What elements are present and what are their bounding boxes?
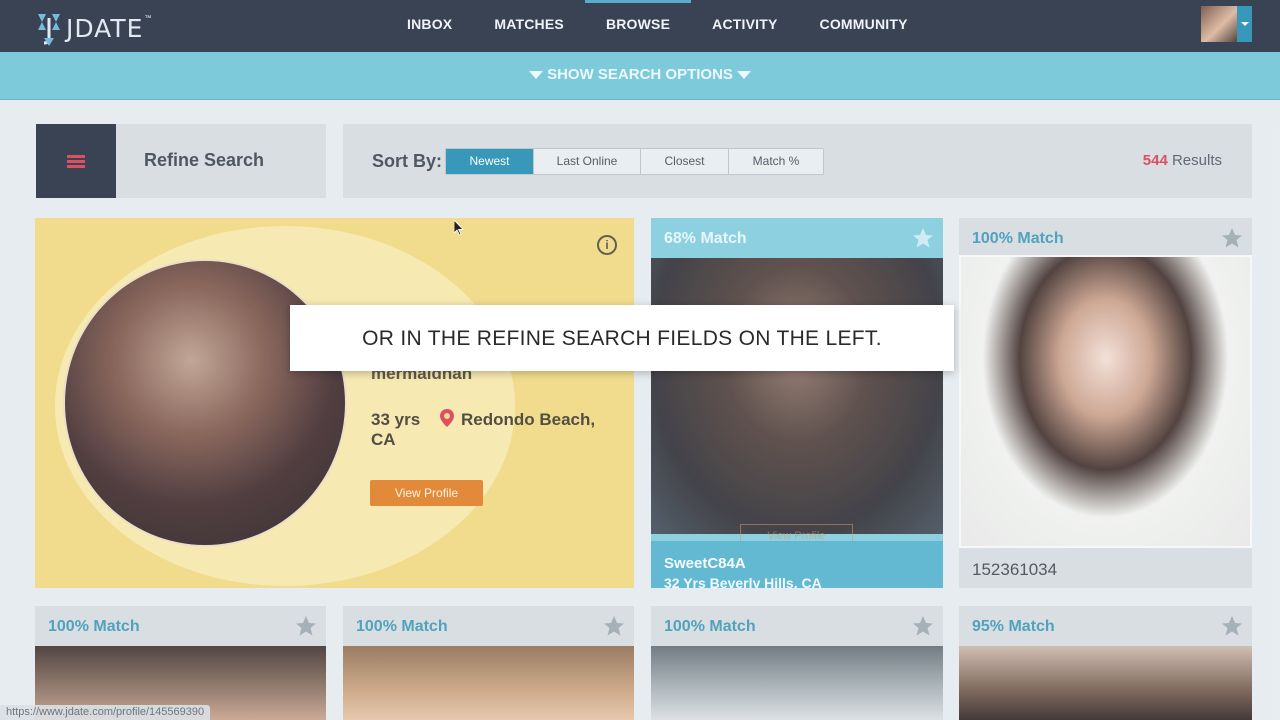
view-profile-button[interactable]: View Profile (370, 480, 483, 506)
refine-search-label[interactable]: Refine Search (144, 150, 264, 171)
results-label: Results (1171, 152, 1222, 169)
profile-photo[interactable] (959, 255, 1252, 548)
card-header: 100% Match (651, 606, 943, 646)
sort-tabs: Newest Last Online Closest Match % (445, 148, 824, 175)
star-icon[interactable] (602, 614, 626, 638)
sort-last-online[interactable]: Last Online (534, 149, 641, 174)
map-pin-icon (440, 409, 454, 427)
card-header: 68% Match (651, 218, 943, 258)
results-number: 544 (1142, 152, 1168, 169)
refine-search-panel[interactable]: Refine Search (36, 124, 326, 198)
results-count: 544 Results (1143, 152, 1222, 169)
profile-id[interactable]: 152361034 (972, 560, 1057, 580)
profile-photo[interactable] (651, 646, 943, 720)
match-percent: 95% Match (972, 618, 1055, 635)
featured-location: Redondo Beach, (461, 410, 596, 429)
account-menu-caret-icon[interactable] (1237, 6, 1252, 42)
card-header: 100% Match (343, 606, 634, 646)
profile-card[interactable]: 68% Match View Profile SweetC84A 32 Yrs … (651, 218, 943, 588)
sort-by-label: Sort By: (372, 151, 443, 171)
profile-username[interactable]: SweetC84A (664, 555, 746, 572)
featured-location-state: CA (371, 430, 396, 449)
featured-profile-photo[interactable] (63, 259, 347, 547)
jdate-logo[interactable]: JDATE ™ (34, 8, 151, 48)
tutorial-caption-text: OR IN THE REFINE SEARCH FIELDS ON THE LE… (362, 327, 882, 350)
match-percent: 100% Match (972, 230, 1064, 247)
main-nav: INBOX MATCHES BROWSE ACTIVITY COMMUNITY (386, 0, 929, 52)
card-header: 100% Match (959, 218, 1252, 258)
star-icon[interactable] (1220, 614, 1244, 638)
card-header: 100% Match (35, 606, 326, 646)
hamburger-icon (67, 155, 85, 169)
logo-text: JDATE (66, 13, 144, 43)
nav-inbox[interactable]: INBOX (386, 0, 473, 52)
profile-card[interactable]: 95% Match (959, 606, 1252, 720)
card-footer: SweetC84A 32 Yrs Beverly Hills, CA (651, 541, 943, 588)
nav-matches[interactable]: MATCHES (473, 0, 585, 52)
refine-menu-button[interactable] (36, 124, 116, 198)
caret-down-icon (529, 71, 544, 80)
info-icon[interactable]: i (597, 235, 617, 255)
match-percent: 100% Match (48, 618, 140, 635)
featured-profile-card[interactable]: i mermaidnah 33 yrs Redondo Beach, CA Vi… (35, 218, 634, 588)
match-percent: 100% Match (664, 618, 756, 635)
tutorial-caption: OR IN THE REFINE SEARCH FIELDS ON THE LE… (290, 305, 954, 371)
mouse-cursor-icon (454, 220, 464, 236)
star-icon[interactable] (911, 226, 935, 250)
sort-bar: Sort By: Newest Last Online Closest Matc… (343, 124, 1252, 198)
star-icon[interactable] (294, 614, 318, 638)
sort-newest[interactable]: Newest (446, 149, 534, 174)
sort-closest[interactable]: Closest (641, 149, 729, 174)
card-header: 95% Match (959, 606, 1252, 646)
profile-card[interactable]: 100% Match (651, 606, 943, 720)
profile-photo[interactable] (959, 646, 1252, 720)
show-search-options-label[interactable]: SHOW SEARCH OPTIONS (0, 66, 1280, 83)
show-search-options-bar[interactable]: SHOW SEARCH OPTIONS (0, 52, 1280, 100)
search-options-text: SHOW SEARCH OPTIONS (547, 66, 733, 83)
match-percent: 68% Match (664, 230, 747, 247)
star-icon[interactable] (911, 614, 935, 638)
profile-photo[interactable] (651, 258, 943, 534)
sort-match-percent[interactable]: Match % (729, 149, 823, 174)
status-bar-url: https://www.jdate.com/profile/145569390 (0, 705, 211, 720)
logo-trademark: ™ (144, 14, 152, 22)
star-icon[interactable] (1220, 226, 1244, 250)
nav-community[interactable]: COMMUNITY (799, 0, 929, 52)
profile-photo[interactable] (343, 646, 634, 720)
match-percent: 100% Match (356, 618, 448, 635)
profile-card[interactable]: 100% Match 152361034 (959, 218, 1252, 588)
nav-activity[interactable]: ACTIVITY (691, 0, 798, 52)
profile-card[interactable]: 100% Match (343, 606, 634, 720)
profile-card[interactable]: 100% Match (35, 606, 326, 720)
top-navigation-bar: JDATE ™ INBOX MATCHES BROWSE ACTIVITY CO… (0, 0, 1280, 52)
profile-meta: 32 Yrs Beverly Hills, CA (664, 575, 822, 588)
star-of-david-logo-icon (38, 14, 60, 46)
nav-browse[interactable]: BROWSE (584, 0, 692, 52)
caret-down-icon (736, 71, 751, 80)
user-avatar[interactable] (1201, 6, 1237, 42)
featured-age: 33 yrs (371, 410, 421, 429)
